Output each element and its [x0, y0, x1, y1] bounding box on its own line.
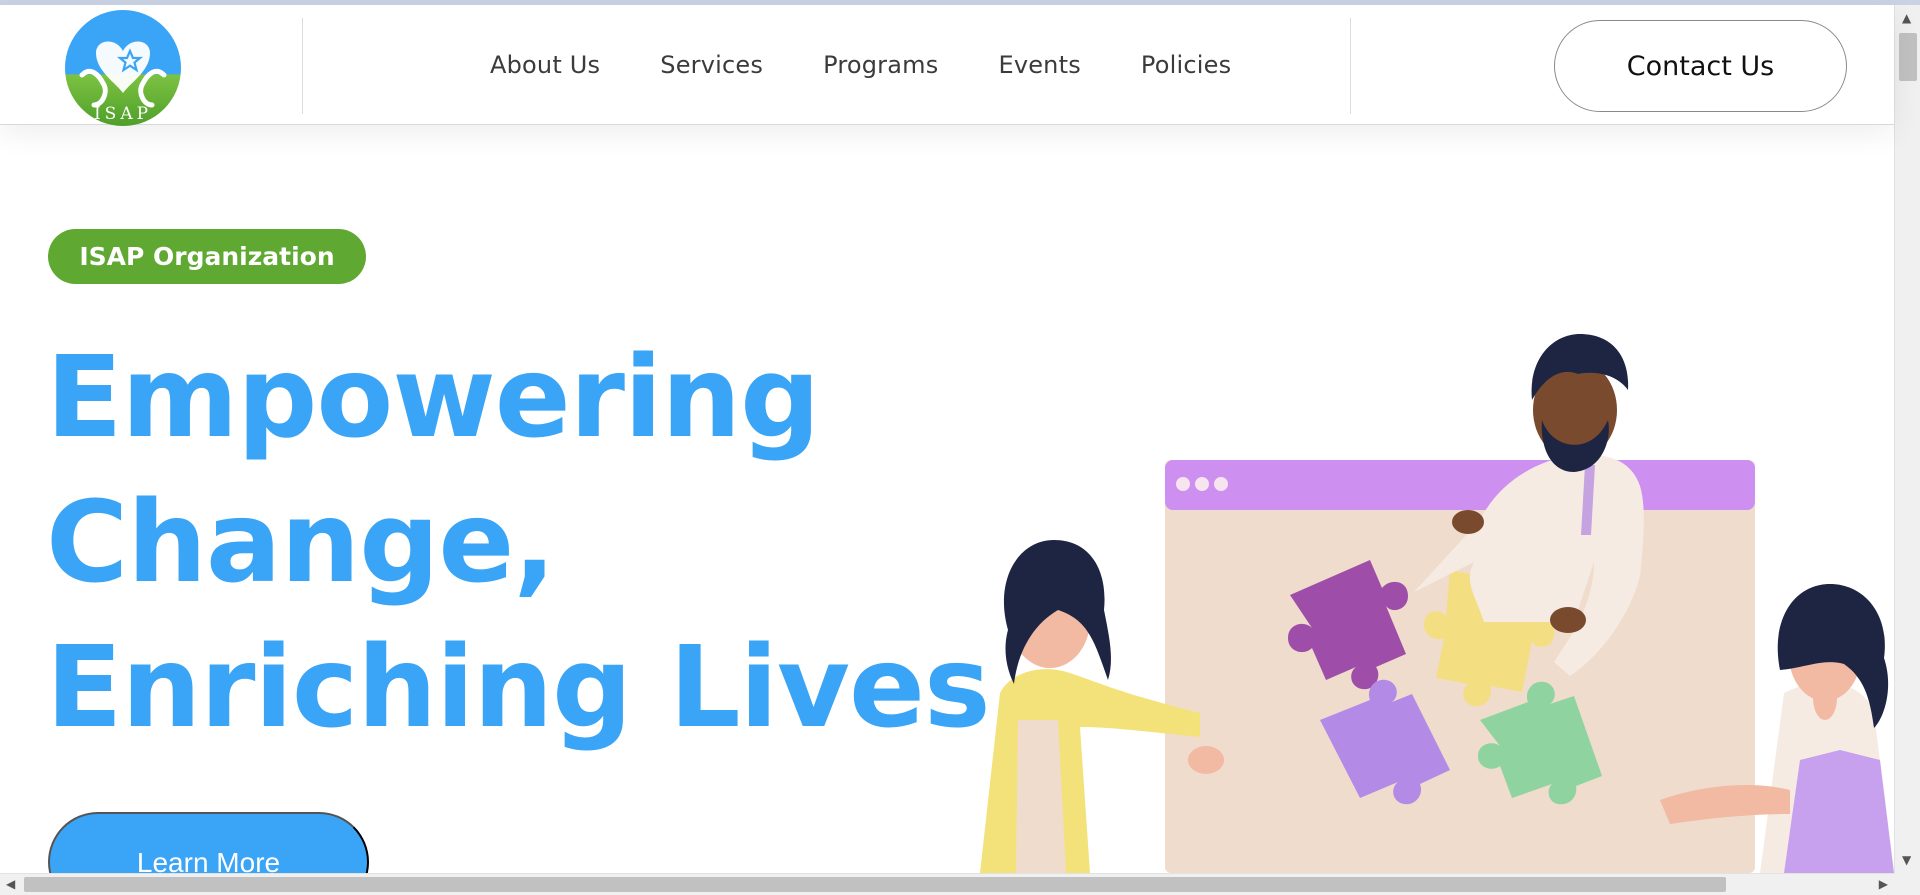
- horizontal-scroll-thumb[interactable]: [24, 877, 1726, 892]
- isap-logo[interactable]: ISAP: [64, 9, 182, 127]
- hero-section: ISAP Organization Empowering Change, Enr…: [0, 126, 1894, 873]
- logo-text: ISAP: [94, 104, 152, 124]
- hero-headline: Empowering Change, Enriching Lives: [46, 326, 991, 761]
- contact-us-button[interactable]: Contact Us: [1554, 20, 1847, 112]
- nav-events[interactable]: Events: [998, 51, 1080, 79]
- header-divider-left: [302, 18, 303, 114]
- vertical-scroll-thumb[interactable]: [1899, 33, 1917, 81]
- organization-badge: ISAP Organization: [48, 229, 366, 284]
- team-puzzle-illustration: [980, 334, 1894, 873]
- nav-policies[interactable]: Policies: [1141, 51, 1231, 79]
- vertical-scrollbar[interactable]: ▲ ▼: [1894, 5, 1920, 873]
- scroll-up-icon[interactable]: ▲: [1902, 11, 1911, 25]
- header-divider-right: [1350, 18, 1351, 114]
- headline-line-3: Enriching Lives: [46, 623, 991, 753]
- site-header: ISAP About Us Services Programs Events P…: [0, 5, 1894, 127]
- nav-programs[interactable]: Programs: [823, 51, 938, 79]
- headline-line-2: Change,: [46, 478, 556, 608]
- main-nav: About Us Services Programs Events Polici…: [490, 5, 1291, 125]
- scrollbar-corner: [1894, 873, 1920, 895]
- scroll-right-icon[interactable]: ▶: [1879, 877, 1888, 891]
- horizontal-scrollbar[interactable]: ◀ ▶: [0, 873, 1894, 895]
- scroll-left-icon[interactable]: ◀: [6, 877, 15, 891]
- learn-more-button[interactable]: Learn More: [48, 812, 369, 873]
- scroll-down-icon[interactable]: ▼: [1902, 853, 1911, 867]
- nav-about-us[interactable]: About Us: [490, 51, 600, 79]
- nav-services[interactable]: Services: [660, 51, 763, 79]
- headline-line-1: Empowering: [46, 333, 820, 463]
